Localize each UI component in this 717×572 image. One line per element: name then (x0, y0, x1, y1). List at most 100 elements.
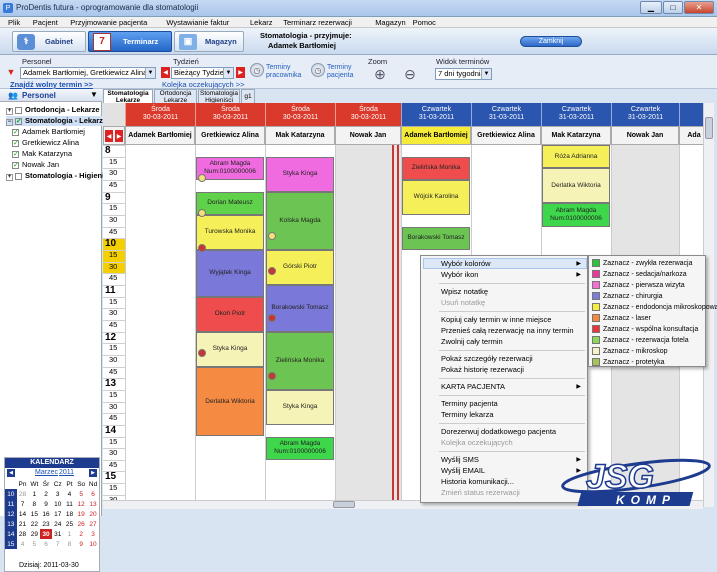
calendar-day[interactable]: 22 (28, 519, 40, 529)
calendar-day[interactable]: 11 (64, 499, 76, 509)
calendar-day[interactable]: 7 (52, 539, 64, 549)
calendar-month[interactable]: Marzec (35, 469, 58, 476)
appointment[interactable]: Róża Adrianna (542, 145, 610, 169)
submenu-item[interactable]: Zaznacz - zwykła rezerwacja (592, 259, 692, 267)
checkbox[interactable]: ✓ (12, 128, 19, 136)
context-menu-item[interactable]: Terminy pacjenta (441, 399, 498, 408)
submenu-item[interactable]: Zaznacz - wspólna konsultacja (592, 325, 698, 333)
terminy-pracownika-button[interactable]: Terminy pracownika (266, 64, 310, 80)
context-menu-item[interactable]: Wybór ikon (441, 270, 478, 279)
scroll-thumb[interactable] (333, 501, 355, 508)
calendar-day[interactable]: 28 (17, 529, 29, 539)
menu-item-4[interactable]: Lekarz (250, 18, 273, 27)
calendar-day[interactable]: 4 (17, 539, 29, 549)
tree-item[interactable]: ✓ Nowak Jan (12, 160, 59, 169)
context-menu-item[interactable]: Kopiuj cały termin w inne miejsce (441, 315, 551, 324)
submenu-item[interactable]: Zaznacz - pierwsza wizyta (592, 281, 685, 289)
terminy-pacjenta-button[interactable]: Terminy pacjenta (327, 64, 359, 80)
calendar-day[interactable]: 16 (40, 509, 52, 519)
appointment[interactable]: Turowska Monika (196, 214, 264, 250)
calendar-day[interactable]: 3 (52, 489, 64, 499)
tree-item[interactable]: − ✓ Stomatologia - Lekarze (6, 116, 107, 126)
calendar-day[interactable]: 9 (40, 499, 52, 509)
calendar-day[interactable]: 4 (64, 489, 76, 499)
column-header[interactable]: Gretkiewicz Alina (471, 126, 541, 145)
checkbox[interactable] (15, 106, 22, 114)
tab-stomatologia-lekarze[interactable]: Stomatologia Lekarze (103, 89, 153, 103)
waiting-queue-link[interactable]: Kolejka oczekujących >> (162, 80, 245, 89)
menu-item-6[interactable]: Magazyn (375, 18, 405, 27)
appointment[interactable]: Wójcik Karolina (402, 179, 470, 215)
appointment[interactable]: Abram Magda Num:0100000006 (542, 203, 610, 227)
checkbox[interactable]: ✓ (12, 161, 19, 169)
context-menu-item[interactable]: Wyślij SMS (441, 455, 479, 464)
calendar-day[interactable]: 3 (87, 529, 99, 539)
calendar-day[interactable]: 10 (87, 539, 99, 549)
submenu-item[interactable]: Zaznacz - mikroskop (592, 347, 668, 355)
calendar-day[interactable]: 31 (52, 529, 64, 539)
calendar-day[interactable]: 29 (28, 529, 40, 539)
appointment[interactable]: Borakowski Tomasz (266, 284, 334, 332)
terminarz-button[interactable]: 7 Terminarz (88, 31, 172, 52)
calendar-day[interactable]: 6 (40, 539, 52, 549)
appointment[interactable]: Derlatka Wiktoria (542, 168, 610, 204)
minimize-button[interactable]: ▁ (640, 1, 662, 14)
zoom-in-icon[interactable]: ⊕ (370, 66, 390, 82)
appointment[interactable]: Wyjątek Kinga (196, 249, 264, 297)
appointment[interactable]: Styka Kinga (266, 389, 334, 425)
expand-icon[interactable]: + (6, 174, 13, 181)
maximize-button[interactable]: □ (663, 1, 683, 14)
submenu-item[interactable]: Zaznacz - chirurgia (592, 292, 663, 300)
context-menu-item[interactable]: Terminy lekarza (441, 410, 494, 419)
context-menu-item[interactable]: KARTA PACJENTA (441, 382, 505, 391)
menu-item-2[interactable]: Przyjmowanie pacjenta (70, 18, 147, 27)
calendar-day[interactable]: 1 (28, 489, 40, 499)
menu-item-5[interactable]: Terminarz rezerwacji (283, 18, 352, 27)
calendar-year[interactable]: 2011 (59, 469, 74, 476)
submenu-item[interactable]: Zaznacz - laser (592, 314, 651, 322)
tree-item[interactable]: ✓ Adamek Bartłomiej (12, 127, 85, 136)
calendar-day[interactable]: 5 (75, 489, 87, 499)
next-day-button[interactable]: ▶ (115, 130, 123, 142)
calendar-day[interactable]: 8 (64, 539, 76, 549)
appointment[interactable]: Borakowski Tomasz (402, 226, 470, 250)
column-header[interactable]: Ada (679, 126, 703, 145)
personel-select[interactable]: Adamek Bartłomiej, Gretkiewicz Alina ▼ (20, 67, 156, 79)
gabinet-button[interactable]: ⚕ Gabinet (12, 31, 86, 52)
scroll-thumb[interactable] (705, 117, 713, 139)
calendar-day[interactable]: 21 (17, 519, 29, 529)
context-menu-item[interactable]: Pokaż historię rezerwacji (441, 365, 524, 374)
checkbox[interactable]: ✓ (12, 150, 19, 158)
calendar-day[interactable]: 2 (40, 489, 52, 499)
calendar-day[interactable]: 8 (28, 499, 40, 509)
appointment[interactable]: Derlatka Wiktoria (196, 366, 264, 437)
tree-item[interactable]: ✓ Gretkiewicz Alina (12, 138, 79, 147)
context-menu-item[interactable]: Pokaż szczegóły rezerwacji (441, 354, 533, 363)
submenu-item[interactable]: Zaznacz - endodoncja mikroskopowa (592, 303, 717, 311)
menu-item-1[interactable]: Pacjent (33, 18, 58, 27)
checkbox[interactable] (15, 172, 22, 180)
prev-week-button[interactable]: ◀ (161, 67, 170, 78)
context-menu-item[interactable]: Dorezerwuj dodatkowego pacjenta (441, 427, 556, 436)
context-menu-item[interactable]: Zwolnij cały termin (441, 337, 503, 346)
clock-icon[interactable]: ◷ (311, 63, 325, 77)
calendar-day[interactable]: 7 (17, 499, 29, 509)
tree-item[interactable]: + Ortodoncja - Lekarze (6, 105, 100, 115)
calendar-day[interactable]: 12 (75, 499, 87, 509)
schedule-column[interactable] (125, 145, 195, 507)
calendar-day[interactable]: 2 (75, 529, 87, 539)
context-menu-item[interactable]: Historia komunikacji... (441, 477, 514, 486)
tree-item[interactable]: + Stomatologia - Higieni (6, 171, 104, 181)
context-menu-item[interactable]: Wybór kolorów (441, 259, 491, 268)
appointment[interactable]: Styka Kinga (196, 331, 264, 367)
tab-g1[interactable]: g1 (241, 89, 255, 103)
calendar-day[interactable]: 18 (64, 509, 76, 519)
calendar-day[interactable]: 17 (52, 509, 64, 519)
calendar-day[interactable]: 25 (64, 519, 76, 529)
calendar-day[interactable]: 14 (17, 509, 29, 519)
calendar-day[interactable]: 6 (87, 489, 99, 499)
menu-item-3[interactable]: Wystawianie faktur (166, 18, 229, 27)
tab-stomatologia-higienisci[interactable]: Stomatologia Higieniści (198, 89, 240, 103)
checkbox[interactable]: ✓ (12, 139, 19, 147)
zamknij-button[interactable]: Zamknij (520, 36, 582, 47)
